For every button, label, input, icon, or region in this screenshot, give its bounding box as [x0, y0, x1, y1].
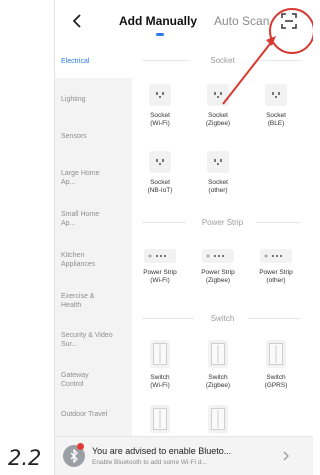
device-label: Switch (Zigbee) — [205, 374, 231, 389]
switch-icon — [266, 340, 286, 368]
sidebar-item-gateway-control[interactable]: Gateway Control — [61, 371, 109, 389]
switch-icon — [208, 340, 228, 368]
sidebar-item-sensors[interactable]: Sensors — [61, 132, 129, 141]
banner-title: You are advised to enable Blueto... — [92, 446, 232, 456]
device-label: Switch (GPRS) — [264, 374, 288, 389]
device-switch-gprs[interactable]: Switch (GPRS) — [248, 340, 304, 390]
chevron-right-icon — [280, 449, 292, 463]
device-label: Power Strip (Wi-Fi) — [143, 269, 177, 284]
device-power-strip-zigbee[interactable]: Power Strip (Zigbee) — [190, 249, 246, 285]
phone-screen: Add Manually Auto Scan Electrical Lighti… — [54, 0, 313, 475]
sidebar-item-kitchen-appliances[interactable]: Kitchen Appliances — [61, 251, 109, 269]
device-switch-partial[interactable] — [190, 405, 246, 433]
step-label: 2.2 — [8, 446, 42, 470]
divider — [257, 222, 301, 223]
device-label: Socket (NB-IoT) — [147, 179, 173, 194]
device-power-strip-wifi[interactable]: Power Strip (Wi-Fi) — [132, 249, 188, 285]
device-label: Socket (other) — [208, 179, 228, 194]
device-socket-ble[interactable]: Socket (BLE) — [248, 84, 304, 128]
scan-frame-icon — [281, 13, 297, 29]
chevron-left-icon — [72, 14, 81, 28]
category-sidebar: Electrical Lighting Sensors Large Home A… — [55, 44, 132, 475]
power-strip-icon — [144, 249, 176, 263]
top-bar: Add Manually Auto Scan — [55, 0, 313, 44]
sidebar-item-exercise-health[interactable]: Exercise & Health — [61, 292, 109, 310]
device-socket-nbiot[interactable]: Socket (NB-IoT) — [132, 151, 188, 195]
device-label: Power Strip (other) — [259, 269, 293, 284]
device-socket-zigbee[interactable]: Socket (Zigbee) — [190, 84, 246, 128]
device-label: Power Strip (Zigbee) — [201, 269, 235, 284]
active-tab-indicator — [156, 33, 164, 36]
socket-icon — [265, 84, 287, 106]
switch-icon — [150, 405, 170, 433]
power-strip-icon — [202, 249, 234, 263]
device-socket-wifi[interactable]: Socket (Wi-Fi) — [132, 84, 188, 128]
sidebar-item-lighting[interactable]: Lighting — [61, 95, 129, 104]
sidebar-item-electrical[interactable]: Electrical — [61, 57, 129, 66]
sidebar-item-large-home-appliances[interactable]: Large Home Ap... — [61, 169, 109, 187]
socket-icon — [207, 151, 229, 173]
tab-auto-scan[interactable]: Auto Scan — [214, 14, 269, 28]
divider — [249, 318, 301, 319]
sidebar-item-outdoor-travel[interactable]: Outdoor Travel — [61, 410, 109, 419]
device-label: Switch (Wi-Fi) — [150, 374, 170, 389]
device-label: Socket (Wi-Fi) — [150, 112, 170, 127]
device-label: Socket (BLE) — [266, 112, 286, 127]
sidebar-item-small-home-appliances[interactable]: Small Home Ap... — [61, 210, 109, 228]
device-switch-zigbee[interactable]: Switch (Zigbee) — [190, 340, 246, 390]
alert-badge — [77, 443, 84, 450]
device-label: Socket (Zigbee) — [205, 112, 231, 127]
device-switch-partial[interactable] — [132, 405, 188, 433]
bluetooth-banner[interactable]: You are advised to enable Blueto... Enab… — [55, 436, 313, 475]
tab-add-manually[interactable]: Add Manually — [119, 14, 197, 28]
back-button[interactable] — [67, 8, 87, 34]
divider — [253, 60, 301, 61]
switch-icon — [150, 340, 170, 368]
device-power-strip-other[interactable]: Power Strip (other) — [248, 249, 304, 285]
banner-subtitle: Enable Bluetooth to add some Wi-Fi d... — [92, 459, 207, 466]
socket-icon — [149, 151, 171, 173]
sidebar-item-security-video[interactable]: Security & Video Sur... — [61, 331, 117, 349]
device-socket-other[interactable]: Socket (other) — [190, 151, 246, 195]
switch-icon — [208, 405, 228, 433]
power-strip-icon — [260, 249, 292, 263]
device-switch-wifi[interactable]: Switch (Wi-Fi) — [132, 340, 188, 390]
socket-icon — [149, 84, 171, 106]
scan-button[interactable] — [279, 11, 299, 31]
socket-icon — [207, 84, 229, 106]
